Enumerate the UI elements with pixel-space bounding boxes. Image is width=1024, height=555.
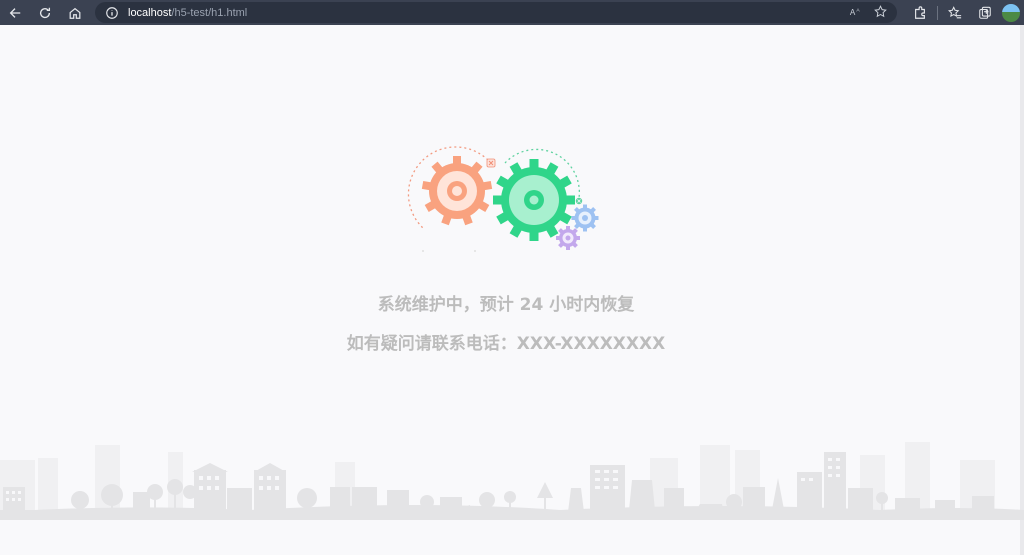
reload-button[interactable] [30,0,60,25]
collections-icon [979,6,991,19]
browser-toolbar: localhost/h5-test/h1.html AA [0,0,1024,25]
svg-text:A: A [850,8,856,17]
back-icon [9,7,21,18]
url-host: localhost [128,6,172,19]
maintenance-message: 系统维护中，预计 24 小时内恢复 [377,295,635,315]
city-skyline-illustration [0,442,1024,520]
favorites-icon [948,5,962,18]
back-button[interactable] [0,0,30,25]
purple-gear-icon [556,226,580,250]
home-icon [69,7,81,19]
contact-phone-message: 如有疑问请联系电话：XXX-XXXXXXXX [346,334,666,354]
favorites-button[interactable] [940,0,970,25]
address-bar[interactable]: localhost/h5-test/h1.html AA [95,2,897,23]
reload-icon [39,7,51,18]
address-url[interactable]: localhost/h5-test/h1.html [128,7,247,19]
extensions-icon [915,5,925,19]
collections-button[interactable] [970,0,1000,25]
blue-gear-icon [571,204,599,232]
maintenance-gears-illustration [407,146,599,252]
url-path: /h5-test/h1.html [171,6,248,19]
toolbar-separator [937,5,938,20]
read-aloud-icon[interactable]: AA [849,5,862,18]
add-favorite-icon[interactable] [874,5,887,18]
home-button[interactable] [60,0,90,25]
orange-gear-icon [421,156,493,226]
profile-avatar[interactable] [1002,3,1020,22]
extensions-button[interactable] [905,0,935,25]
info-icon[interactable] [105,6,119,20]
green-gear-icon [493,159,575,241]
svg-text:A: A [856,8,860,14]
